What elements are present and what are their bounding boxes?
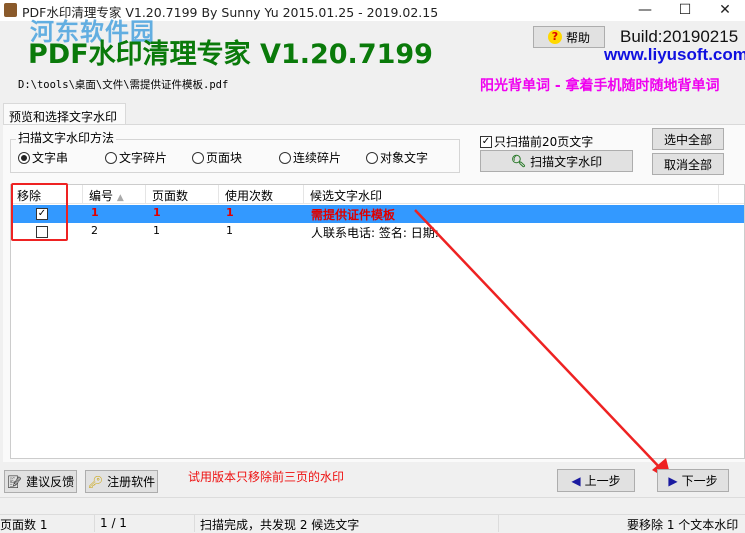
status-separator: [94, 515, 95, 532]
divider: [0, 497, 745, 498]
register-button[interactable]: 🔑︎ 注册软件: [85, 470, 158, 493]
status-page-position: 1 / 1: [100, 516, 127, 530]
feedback-label: 建议反馈: [26, 475, 75, 489]
status-scan-result: 扫描完成，共发现 2 候选文字: [200, 518, 360, 532]
prev-button[interactable]: ◀ 上一步: [557, 469, 635, 492]
status-bar: 页面数 1 1 / 1 扫描完成，共发现 2 候选文字 要移除 1 个文本水印: [0, 514, 745, 532]
next-label: 下一步: [681, 474, 718, 488]
status-separator: [498, 515, 499, 532]
arrow-right-icon: ▶: [668, 473, 678, 488]
key-icon: 🔑︎: [87, 474, 104, 489]
notepad-icon: 📝︎: [6, 474, 23, 489]
arrow-left-icon: ◀: [571, 473, 581, 488]
status-pages: 页面数 1: [0, 518, 48, 532]
feedback-button[interactable]: 📝︎ 建议反馈: [4, 470, 77, 493]
prev-label: 上一步: [584, 474, 621, 488]
status-remove-count: 要移除 1 个文本水印: [627, 518, 739, 532]
register-label: 注册软件: [107, 475, 156, 489]
next-button[interactable]: ▶ 下一步: [657, 469, 729, 492]
trial-notice: 试用版本只移除前三页的水印: [188, 470, 345, 484]
status-separator: [194, 515, 195, 532]
annotation-arrow: [414, 209, 672, 482]
